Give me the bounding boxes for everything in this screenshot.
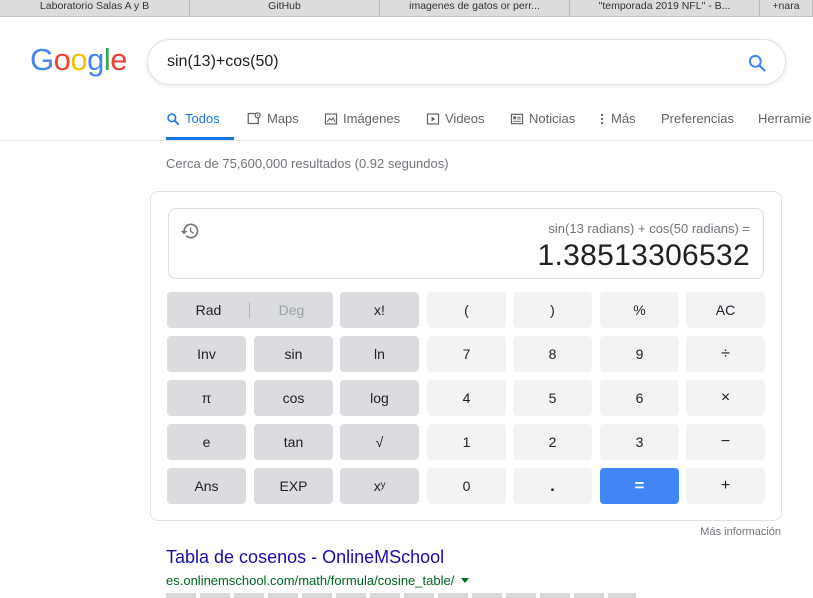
- search-tabs: Todos Maps Imágenes Videos Noticias Más …: [0, 96, 813, 141]
- caret-down-icon[interactable]: [461, 578, 470, 583]
- digit-4-button[interactable]: 4: [427, 380, 506, 416]
- tab-mas[interactable]: Más: [598, 111, 636, 126]
- search-icon: [167, 112, 180, 125]
- logo-letter: o: [70, 42, 88, 77]
- log-button[interactable]: log: [340, 380, 419, 416]
- tab-label: Maps: [267, 111, 299, 126]
- search-input[interactable]: sin(13)+cos(50): [167, 53, 279, 71]
- active-tab-indicator: [166, 137, 234, 140]
- tab-imagenes[interactable]: Imágenes: [324, 111, 400, 126]
- tab-label: Todos: [185, 111, 220, 126]
- power-button[interactable]: xʸ: [340, 468, 419, 504]
- digit-8-button[interactable]: 8: [513, 336, 592, 372]
- calculator-result: 1.38513306532: [537, 239, 750, 272]
- google-logo[interactable]: Google: [30, 42, 128, 78]
- angle-mode-toggle[interactable]: Rad Deg: [167, 292, 333, 328]
- search-box[interactable]: sin(13)+cos(50): [147, 39, 786, 85]
- browser-tab-bar: Laboratorio Salas A y B GitHub imagenes …: [0, 0, 813, 17]
- add-button[interactable]: +: [686, 468, 765, 504]
- result-stats: Cerca de 75,600,000 resultados (0.92 seg…: [166, 156, 449, 171]
- cos-button[interactable]: cos: [254, 380, 333, 416]
- equals-button[interactable]: =: [600, 468, 679, 504]
- digit-1-button[interactable]: 1: [427, 424, 506, 460]
- browser-tab[interactable]: imagenes de gatos or perr...: [380, 0, 570, 17]
- sqrt-button[interactable]: √: [340, 424, 419, 460]
- digit-5-button[interactable]: 5: [513, 380, 592, 416]
- calculator-expression: sin(13 radians) + cos(50 radians) =: [548, 221, 750, 236]
- close-paren-button[interactable]: ): [513, 292, 592, 328]
- search-icon[interactable]: [747, 53, 767, 73]
- rad-button[interactable]: Rad: [167, 292, 250, 328]
- calculator-card: sin(13 radians) + cos(50 radians) = 1.38…: [150, 191, 782, 521]
- digit-7-button[interactable]: 7: [427, 336, 506, 372]
- ln-button[interactable]: ln: [340, 336, 419, 372]
- logo-letter: G: [30, 42, 54, 77]
- logo-letter: e: [110, 42, 128, 77]
- subtract-button[interactable]: −: [686, 424, 765, 460]
- deg-button[interactable]: Deg: [250, 292, 333, 328]
- news-icon: [510, 113, 524, 124]
- sin-button[interactable]: sin: [254, 336, 333, 372]
- tab-label: Herramie: [758, 111, 812, 126]
- map-pin-icon: [247, 112, 261, 125]
- result-title-link[interactable]: Tabla de cosenos - OnlineMSchool: [166, 547, 444, 568]
- digit-2-button[interactable]: 2: [513, 424, 592, 460]
- pi-button[interactable]: π: [167, 380, 246, 416]
- exp-button[interactable]: EXP: [254, 468, 333, 504]
- more-vert-icon: [600, 113, 604, 124]
- logo-letter: g: [87, 42, 104, 77]
- divide-button[interactable]: ÷: [686, 336, 765, 372]
- percent-button[interactable]: %: [600, 292, 679, 328]
- browser-tab[interactable]: +nara: [760, 0, 813, 17]
- play-icon: [426, 112, 440, 125]
- calculator-display: sin(13 radians) + cos(50 radians) = 1.38…: [168, 208, 764, 279]
- tan-button[interactable]: tan: [254, 424, 333, 460]
- history-icon[interactable]: [180, 221, 200, 241]
- tab-preferencias[interactable]: Preferencias: [661, 111, 734, 126]
- result-snippet: [166, 593, 636, 598]
- browser-tab[interactable]: GitHub: [190, 0, 380, 17]
- tab-noticias[interactable]: Noticias: [510, 111, 575, 126]
- logo-letter: o: [53, 42, 71, 77]
- multiply-button[interactable]: ×: [686, 380, 765, 416]
- decimal-point-button[interactable]: .: [513, 468, 592, 504]
- tab-label: Videos: [445, 111, 485, 126]
- answer-button[interactable]: Ans: [167, 468, 246, 504]
- tab-label: Más: [611, 111, 636, 126]
- browser-tab[interactable]: Laboratorio Salas A y B: [0, 0, 190, 17]
- digit-9-button[interactable]: 9: [600, 336, 679, 372]
- tab-herramientas[interactable]: Herramie: [758, 111, 811, 126]
- more-info-link[interactable]: Más información: [700, 526, 781, 538]
- result-url-text: es.onlinemschool.com/math/formula/cosine…: [166, 573, 455, 588]
- tab-videos[interactable]: Videos: [426, 111, 485, 126]
- factorial-button[interactable]: x!: [340, 292, 419, 328]
- tab-maps[interactable]: Maps: [247, 111, 299, 126]
- all-clear-button[interactable]: AC: [686, 292, 765, 328]
- browser-tab[interactable]: "temporada 2019 NFL" - B...: [570, 0, 760, 17]
- tab-label: Imágenes: [343, 111, 401, 126]
- digit-0-button[interactable]: 0: [427, 468, 506, 504]
- tab-label: Noticias: [529, 111, 576, 126]
- euler-button[interactable]: e: [167, 424, 246, 460]
- result-url: es.onlinemschool.com/math/formula/cosine…: [166, 573, 470, 588]
- image-icon: [324, 112, 338, 125]
- digit-6-button[interactable]: 6: [600, 380, 679, 416]
- open-paren-button[interactable]: (: [427, 292, 506, 328]
- tab-label: Preferencias: [661, 111, 734, 126]
- digit-3-button[interactable]: 3: [600, 424, 679, 460]
- inverse-button[interactable]: Inv: [167, 336, 246, 372]
- tab-todos[interactable]: Todos: [166, 111, 220, 126]
